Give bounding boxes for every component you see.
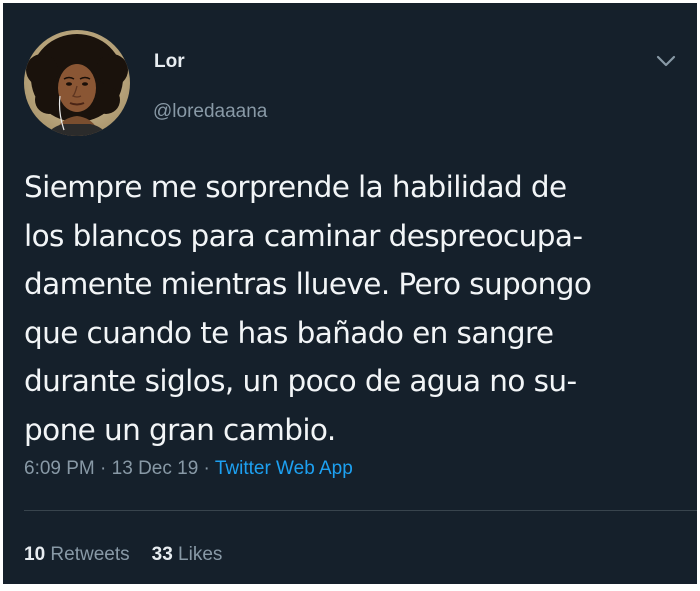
tweet-time[interactable]: 6:09 PM xyxy=(24,458,95,479)
user-handle[interactable]: @loredaaana xyxy=(153,101,267,123)
display-name[interactable]: Lor xyxy=(154,51,185,73)
retweets-stat[interactable]: 10 Retweets xyxy=(24,544,130,565)
tweet-text: Siempre me sorprende la habilidad de los… xyxy=(24,163,688,455)
likes-count: 33 xyxy=(151,544,173,565)
avatar[interactable] xyxy=(24,30,130,136)
tweet-date[interactable]: 13 Dec 19 xyxy=(112,458,199,479)
avatar-image xyxy=(24,30,130,136)
divider xyxy=(24,510,697,511)
tweet-text-line: que cuando te has bañado en sangre xyxy=(24,315,554,350)
tweet-text-line: durante siglos, un poco de agua no su- xyxy=(24,364,577,399)
tweet-header: Lor @loredaaana xyxy=(3,3,697,153)
tweet-meta: 6:09 PM · 13 Dec 19 · Twitter Web App xyxy=(24,458,353,480)
meta-separator: · xyxy=(198,458,215,479)
tweet-source-link[interactable]: Twitter Web App xyxy=(215,458,353,479)
retweets-label: Retweets xyxy=(50,544,130,565)
tweet-stats: 10 Retweets 33 Likes xyxy=(24,544,222,566)
retweets-count: 10 xyxy=(24,544,46,565)
tweet-text-line: damente mientras llueve. Pero supongo xyxy=(24,267,592,302)
tweet-text-line: los blancos para caminar despreocupa- xyxy=(24,218,583,253)
likes-stat[interactable]: 33 Likes xyxy=(152,544,223,565)
tweet-text-line: pone un gran cambio. xyxy=(24,412,336,447)
chevron-down-icon[interactable] xyxy=(653,51,679,71)
tweet-text-line: Siempre me sorprende la habilidad de xyxy=(24,170,567,204)
meta-separator: · xyxy=(94,458,112,479)
likes-label: Likes xyxy=(178,544,223,565)
tweet-card: Lor @loredaaana Siempre me sorprende la … xyxy=(3,3,697,584)
